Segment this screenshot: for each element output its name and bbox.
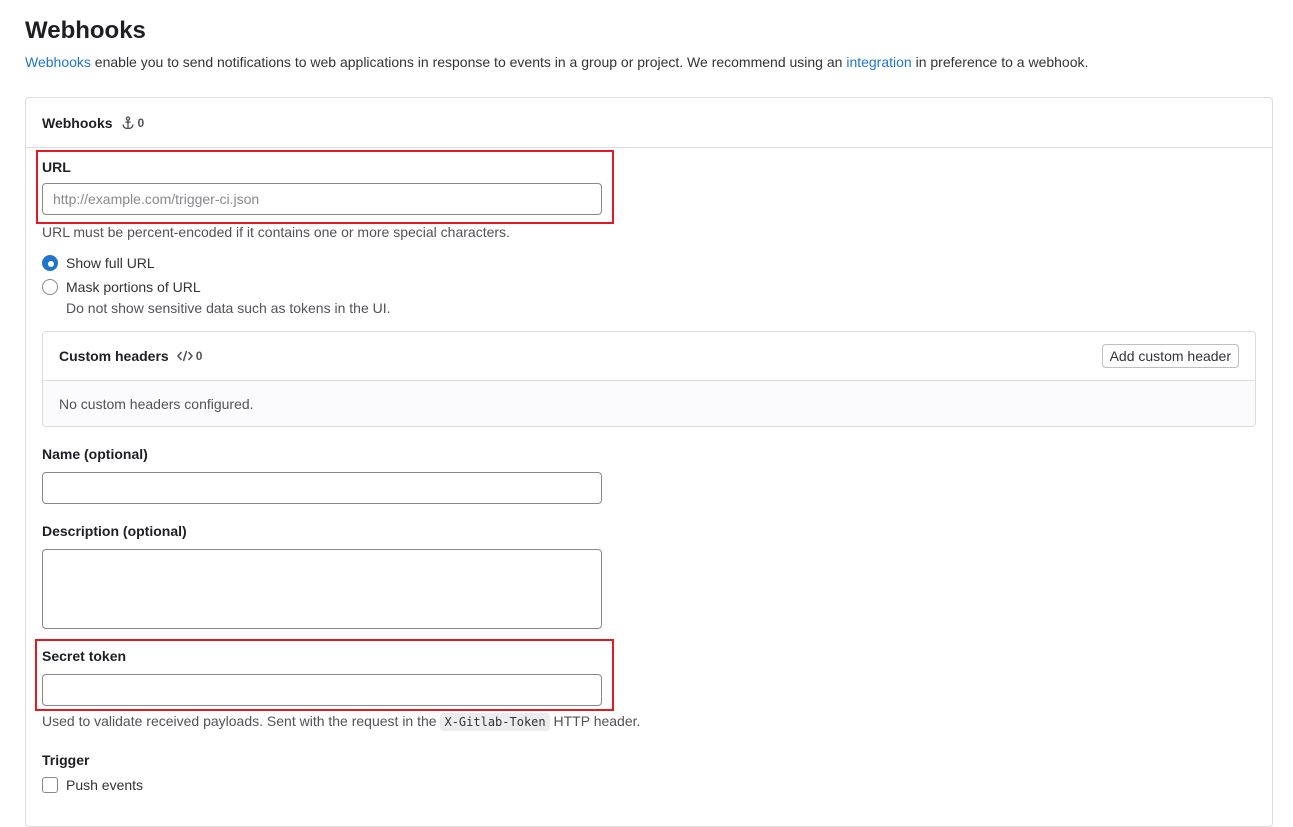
push-events-option[interactable]: Push events bbox=[42, 777, 143, 793]
code-icon bbox=[176, 350, 193, 362]
name-label: Name (optional) bbox=[42, 446, 148, 462]
custom-headers-count-value: 0 bbox=[195, 349, 203, 363]
page-intro: Webhooks enable you to send notification… bbox=[25, 54, 1088, 70]
custom-headers-empty: No custom headers configured. bbox=[59, 396, 254, 412]
secret-token-help-suffix: HTTP header. bbox=[549, 713, 641, 729]
add-custom-header-button[interactable]: Add custom header bbox=[1101, 344, 1239, 368]
secret-token-help: Used to validate received payloads. Sent… bbox=[42, 713, 641, 731]
webhooks-card-title: Webhooks bbox=[42, 114, 113, 131]
mask-url-help: Do not show sensitive data such as token… bbox=[66, 300, 391, 316]
mask-url-label: Mask portions of URL bbox=[66, 279, 201, 295]
push-events-label: Push events bbox=[66, 777, 144, 793]
custom-headers-count: 0 bbox=[176, 349, 203, 363]
anchor-icon bbox=[122, 115, 133, 129]
show-full-url-label: Show full URL bbox=[66, 255, 155, 271]
webhooks-card: Webhooks 0 URL URL must be percent-encod… bbox=[25, 97, 1273, 827]
webhooks-count: 0 bbox=[121, 115, 145, 130]
intro-text-1: enable you to send notifications to web … bbox=[90, 54, 847, 70]
secret-token-header-code: X-Gitlab-Token bbox=[440, 713, 550, 731]
url-help: URL must be percent-encoded if it contai… bbox=[42, 224, 510, 240]
trigger-label: Trigger bbox=[42, 752, 90, 768]
description-label: Description (optional) bbox=[42, 523, 187, 539]
webhooks-docs-link[interactable]: Webhooks bbox=[25, 54, 91, 70]
secret-token-help-prefix: Used to validate received payloads. Sent… bbox=[42, 713, 441, 729]
integration-link[interactable]: integration bbox=[846, 54, 911, 70]
mask-url-radio[interactable] bbox=[42, 279, 58, 295]
description-textarea[interactable] bbox=[42, 549, 602, 629]
show-full-url-radio[interactable] bbox=[42, 255, 58, 271]
page-title: Webhooks bbox=[25, 17, 146, 44]
name-input[interactable] bbox=[42, 472, 602, 504]
mask-url-option[interactable]: Mask portions of URL bbox=[42, 279, 201, 295]
webhooks-card-header: Webhooks 0 bbox=[26, 98, 1272, 148]
show-full-url-option[interactable]: Show full URL bbox=[42, 255, 155, 271]
push-events-checkbox[interactable] bbox=[42, 777, 58, 793]
url-highlight-box bbox=[36, 150, 614, 224]
custom-headers-header: Custom headers 0 Add custom header bbox=[43, 332, 1255, 381]
custom-headers-card: Custom headers 0 Add custom header No cu… bbox=[42, 331, 1256, 427]
webhooks-count-value: 0 bbox=[137, 115, 145, 130]
custom-headers-title: Custom headers bbox=[59, 348, 169, 364]
secret-token-highlight-box bbox=[35, 639, 614, 711]
webhooks-page: Webhooks Webhooks enable you to send not… bbox=[0, 0, 1293, 827]
intro-text-2: in preference to a webhook. bbox=[911, 54, 1089, 70]
